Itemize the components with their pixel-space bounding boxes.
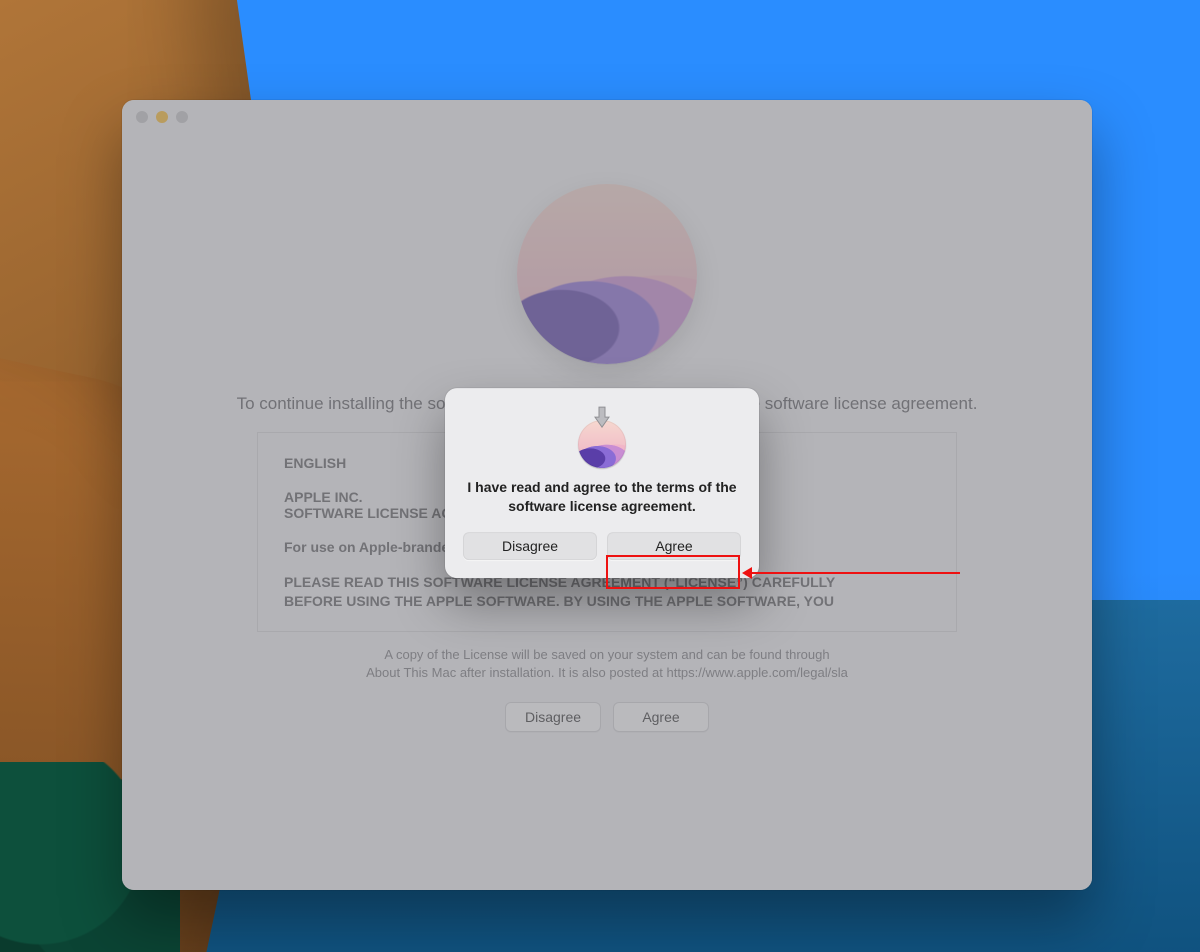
download-arrow-icon bbox=[592, 406, 612, 430]
alert-disagree-button[interactable]: Disagree bbox=[463, 532, 597, 560]
alert-agree-button[interactable]: Agree bbox=[607, 532, 741, 560]
installer-icon bbox=[570, 408, 634, 472]
alert-message: I have read and agree to the terms of th… bbox=[463, 478, 741, 516]
desktop-wallpaper: To continue installing the software, you… bbox=[0, 0, 1200, 952]
annotation-arrow bbox=[752, 572, 960, 574]
alert-button-row: Disagree Agree bbox=[463, 532, 741, 560]
license-confirm-alert: I have read and agree to the terms of th… bbox=[445, 388, 759, 578]
